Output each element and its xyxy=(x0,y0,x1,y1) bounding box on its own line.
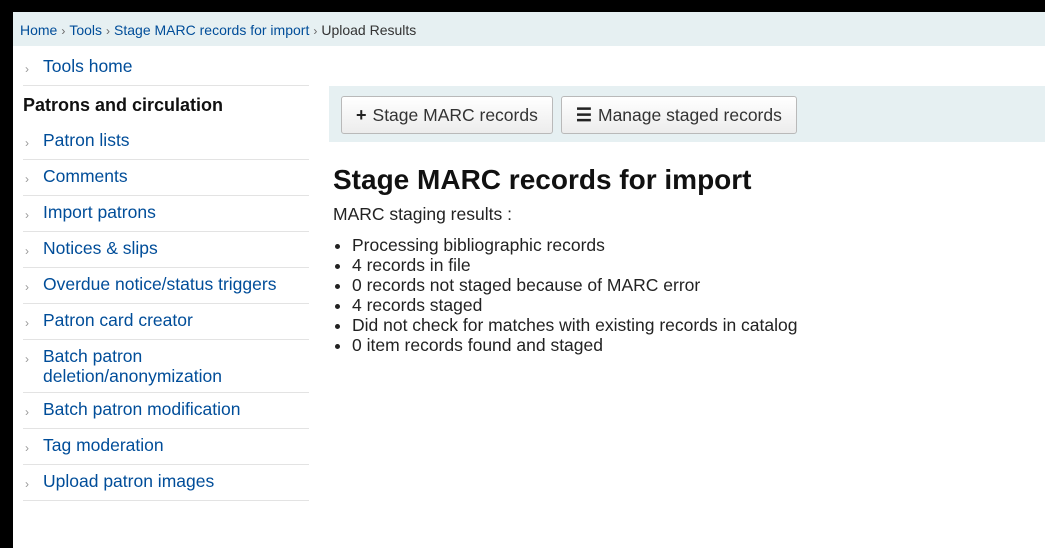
page-frame: Home › Tools › Stage MARC records for import… xyxy=(13,12,1045,548)
plus-icon: + xyxy=(356,104,367,125)
breadcrumb-separator: › xyxy=(61,24,66,38)
chevron-right-icon: › xyxy=(25,172,29,186)
chevron-right-icon: › xyxy=(25,208,29,222)
chevron-right-icon: › xyxy=(25,280,29,294)
breadcrumb-home-link[interactable]: Home xyxy=(20,22,57,38)
chevron-right-icon: › xyxy=(25,244,29,258)
chevron-right-icon: › xyxy=(25,62,29,76)
list-item: 0 records not staged because of MARC err… xyxy=(352,275,797,295)
stage-marc-records-button[interactable]: + Stage MARC records xyxy=(341,96,553,134)
sidebar-item-comments[interactable]: › Comments xyxy=(23,160,309,196)
breadcrumb-separator: › xyxy=(106,24,111,38)
toolbar: + Stage MARC records ☰ Manage staged rec… xyxy=(329,86,1045,142)
sidebar-item-label[interactable]: Comments xyxy=(43,166,128,186)
chevron-right-icon: › xyxy=(25,316,29,330)
sidebar-item-label[interactable]: Patron card creator xyxy=(43,310,193,330)
list-item: Processing bibliographic records xyxy=(352,235,797,255)
sidebar-item-label[interactable]: Notices & slips xyxy=(43,238,158,258)
main-content: Stage MARC records for import MARC stagi… xyxy=(333,164,797,355)
breadcrumb-separator: › xyxy=(313,24,318,38)
sidebar-item-upload-patron-images[interactable]: › Upload patron images xyxy=(23,465,309,501)
breadcrumb: Home › Tools › Stage MARC records for import… xyxy=(13,12,1045,46)
list-item: Did not check for matches with existing … xyxy=(352,315,797,335)
page-title: Stage MARC records for import xyxy=(333,164,752,195)
manage-staged-records-button[interactable]: ☰ Manage staged records xyxy=(560,96,797,134)
sidebar-item-label[interactable]: Patron lists xyxy=(43,130,130,150)
sidebar-item-batch-deletion[interactable]: › Batch patron deletion/anonymization xyxy=(23,340,309,393)
list-icon: ☰ xyxy=(575,104,592,125)
sidebar-item-batch-modification[interactable]: › Batch patron modification xyxy=(23,393,309,429)
breadcrumb-tools-link[interactable]: Tools xyxy=(69,22,102,38)
sidebar: › Tools home Patrons and circulation › P… xyxy=(23,50,309,501)
sidebar-item-tag-moderation[interactable]: › Tag moderation xyxy=(23,429,309,465)
list-item: 4 records staged xyxy=(352,295,797,315)
chevron-right-icon: › xyxy=(25,477,29,491)
sidebar-item-label[interactable]: Batch patron deletion/anonymization xyxy=(43,346,309,386)
sidebar-item-patron-lists[interactable]: › Patron lists xyxy=(23,124,309,160)
sidebar-item-patron-card-creator[interactable]: › Patron card creator xyxy=(23,304,309,340)
sidebar-item-label[interactable]: Batch patron modification xyxy=(43,399,240,419)
results-list: Processing bibliographic records 4 recor… xyxy=(333,235,797,355)
sidebar-item-label[interactable]: Overdue notice/status triggers xyxy=(43,274,276,294)
chevron-right-icon: › xyxy=(25,441,29,455)
breadcrumb-stage-link[interactable]: Stage MARC records for import xyxy=(114,22,309,38)
sidebar-item-notices-slips[interactable]: › Notices & slips xyxy=(23,232,309,268)
sidebar-item-label[interactable]: Tools home xyxy=(43,56,133,76)
chevron-right-icon: › xyxy=(25,136,29,150)
list-item: 0 item records found and staged xyxy=(352,335,797,355)
stage-marc-records-label: Stage MARC records xyxy=(372,104,538,125)
sidebar-heading-patrons: Patrons and circulation xyxy=(23,95,224,115)
breadcrumb-current: Upload Results xyxy=(321,22,417,38)
manage-staged-records-label: Manage staged records xyxy=(598,104,782,125)
chevron-right-icon: › xyxy=(25,352,29,366)
sidebar-item-label[interactable]: Import patrons xyxy=(43,202,156,222)
sidebar-item-label[interactable]: Upload patron images xyxy=(43,471,214,491)
sidebar-item-tools-home[interactable]: › Tools home xyxy=(23,50,309,86)
list-item: 4 records in file xyxy=(352,255,797,275)
results-subtitle: MARC staging results : xyxy=(333,204,512,224)
sidebar-item-overdue-triggers[interactable]: › Overdue notice/status triggers xyxy=(23,268,309,304)
sidebar-item-import-patrons[interactable]: › Import patrons xyxy=(23,196,309,232)
chevron-right-icon: › xyxy=(25,405,29,419)
sidebar-item-label[interactable]: Tag moderation xyxy=(43,435,164,455)
